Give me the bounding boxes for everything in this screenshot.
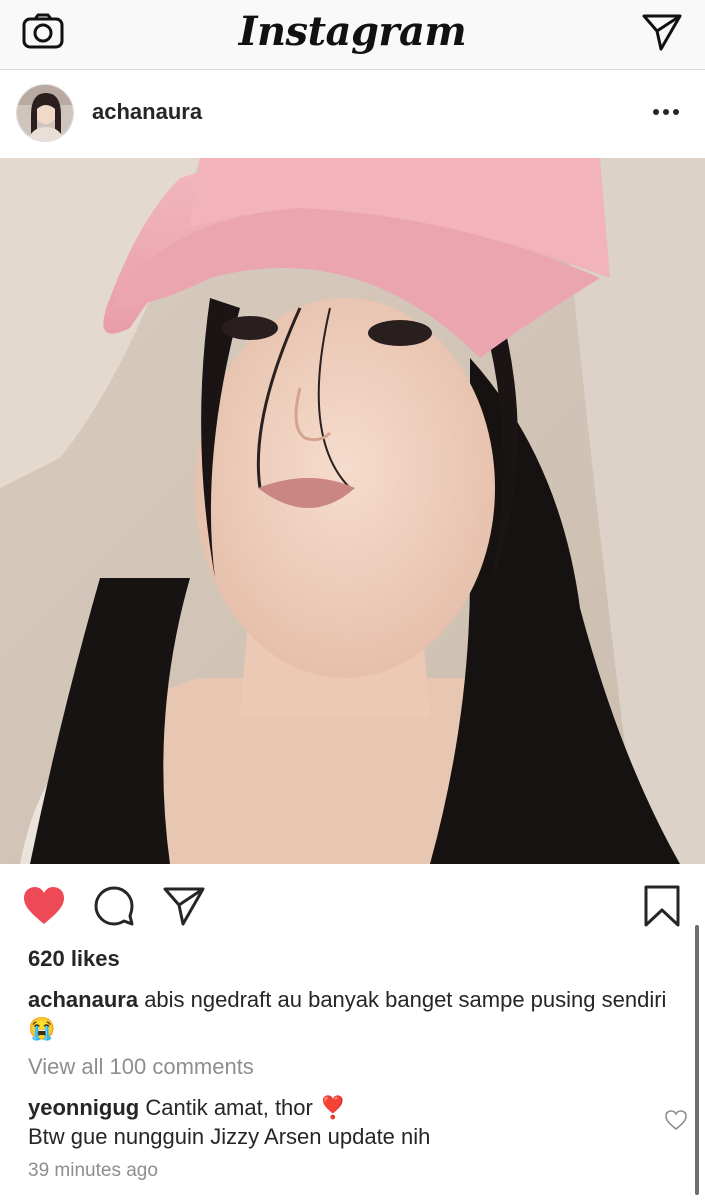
view-all-comments-link[interactable]: View all 100 comments bbox=[28, 1054, 254, 1080]
bookmark-icon[interactable] bbox=[640, 884, 684, 928]
share-icon[interactable] bbox=[162, 884, 206, 928]
avatar[interactable] bbox=[16, 84, 74, 142]
post-actions bbox=[0, 864, 705, 948]
caption-username[interactable]: achanaura bbox=[28, 987, 138, 1012]
post-username[interactable]: achanaura bbox=[92, 99, 202, 125]
comment-heart-icon[interactable] bbox=[664, 1108, 688, 1132]
comment-icon[interactable] bbox=[92, 884, 136, 928]
likes-count[interactable]: 620 likes bbox=[28, 946, 120, 972]
heart-icon[interactable] bbox=[22, 884, 66, 928]
top-bar: Instagram bbox=[0, 0, 705, 70]
post-header: achanaura bbox=[0, 70, 705, 158]
post-caption: achanaura abis ngedraft au banyak banget… bbox=[28, 985, 668, 1043]
instagram-logo: Instagram bbox=[238, 8, 467, 55]
post-photo[interactable] bbox=[0, 158, 705, 864]
comment-username[interactable]: yeonnigug bbox=[28, 1095, 139, 1120]
post-timestamp: 39 minutes ago bbox=[28, 1160, 158, 1181]
scrollbar[interactable] bbox=[695, 925, 699, 1195]
comment-text-line-2: Btw gue nungguin Jizzy Arsen update nih bbox=[28, 1124, 431, 1149]
comment-text: Cantik amat, thor ❣️ bbox=[145, 1095, 347, 1120]
paper-plane-icon[interactable] bbox=[641, 12, 683, 52]
more-horizontal-icon[interactable] bbox=[651, 100, 681, 124]
comment: yeonnigug Cantik amat, thor ❣️ Btw gue n… bbox=[28, 1093, 648, 1151]
